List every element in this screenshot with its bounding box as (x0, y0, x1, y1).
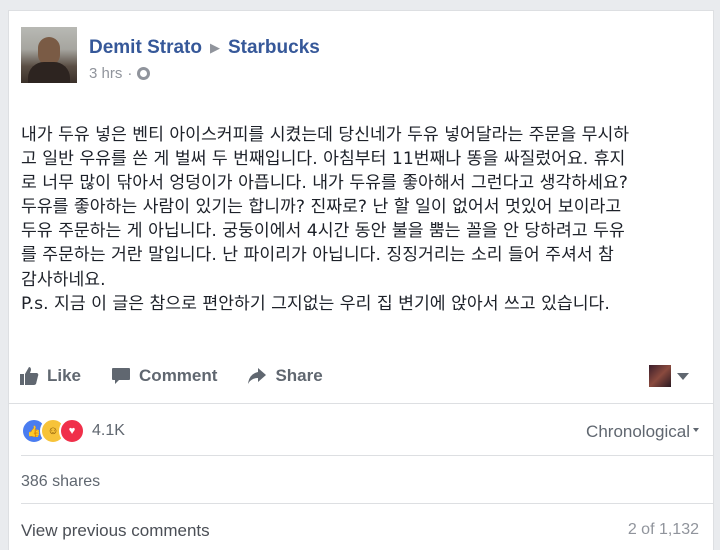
thumbs-up-icon (20, 367, 39, 385)
post-line: 두유를 좋아하는 사람이 있기는 합니까? 진짜로? 난 할 일이 없어서 멋있… (21, 197, 622, 218)
post-as-selector[interactable] (649, 365, 689, 387)
chevron-down-icon (677, 372, 689, 380)
post-line: P.s. 지금 이 글은 참으로 편안하기 그지없는 우리 집 변기에 앉아서 … (21, 293, 610, 314)
divider (21, 455, 713, 456)
comment-button[interactable]: Comment (111, 366, 217, 386)
post-line: 로 너무 많이 닦아서 엉덩이가 아픕니다. 내가 두유를 좋아해서 그런다고 … (21, 173, 628, 194)
post-line: 두유 주문하는 게 아닙니다. 궁둥이에서 4시간 동안 불을 뿜는 꼴을 안 … (21, 221, 625, 242)
shares-count[interactable]: 386 shares (21, 473, 100, 491)
author-name-link[interactable]: Demit Strato (89, 37, 202, 59)
author-avatar[interactable] (21, 27, 77, 83)
divider (9, 403, 713, 404)
share-arrow-icon (248, 368, 267, 384)
post-line: 고 일반 우유를 쓴 게 벌써 두 번째입니다. 아침부터 11번째나 똥을 싸… (21, 149, 626, 170)
post-line: 내가 두유 넣은 벤티 아이스커피를 시켰는데 당신네가 두유 넣어달라는 주문… (21, 125, 630, 145)
post-header: Demit Strato ▶ Starbucks (89, 35, 320, 61)
share-label: Share (275, 366, 323, 385)
globe-icon[interactable] (137, 67, 151, 80)
love-reaction-icon: ♥ (59, 418, 85, 444)
like-button[interactable]: Like (19, 366, 81, 386)
reactions-count: 4.1K (92, 422, 125, 439)
divider (21, 503, 713, 504)
avatar-body (28, 62, 70, 83)
view-previous-comments-link[interactable]: View previous comments (21, 521, 210, 541)
comment-sort-dropdown[interactable]: Chronological (586, 422, 699, 442)
action-bar: Like Comment Share (9, 351, 713, 401)
comment-label: Comment (139, 366, 218, 385)
post-body: 내가 두유 넣은 벤티 아이스커피를 시켰는데 당신네가 두유 넣어달라는 주문… (21, 123, 711, 316)
post-card: Demit Strato ▶ Starbucks 3 hrs · 내가 두유 넣… (8, 10, 714, 550)
avatar-head (38, 37, 60, 65)
chevron-down-icon (693, 428, 699, 432)
post-timestamp[interactable]: 3 hrs (89, 65, 122, 82)
share-button[interactable]: Share (247, 366, 323, 386)
comment-icon (112, 368, 131, 384)
page-name-link[interactable]: Starbucks (228, 37, 320, 59)
sort-label: Chronological (586, 422, 690, 441)
reactions-summary[interactable]: 👍 ☺ ♥ 4.1K (21, 418, 125, 444)
viewer-avatar (649, 365, 671, 387)
post-line: 를 주문하는 거란 말입니다. 난 파이리가 아닙니다. 징징거리는 소리 들어… (21, 245, 614, 266)
arrow-right-icon: ▶ (209, 40, 220, 55)
meta-separator: · (127, 65, 133, 82)
post-line: 감사하네요. (21, 269, 106, 290)
like-label: Like (47, 366, 82, 385)
post-meta: 3 hrs · (89, 65, 151, 82)
comments-pager: 2 of 1,132 (627, 521, 699, 538)
